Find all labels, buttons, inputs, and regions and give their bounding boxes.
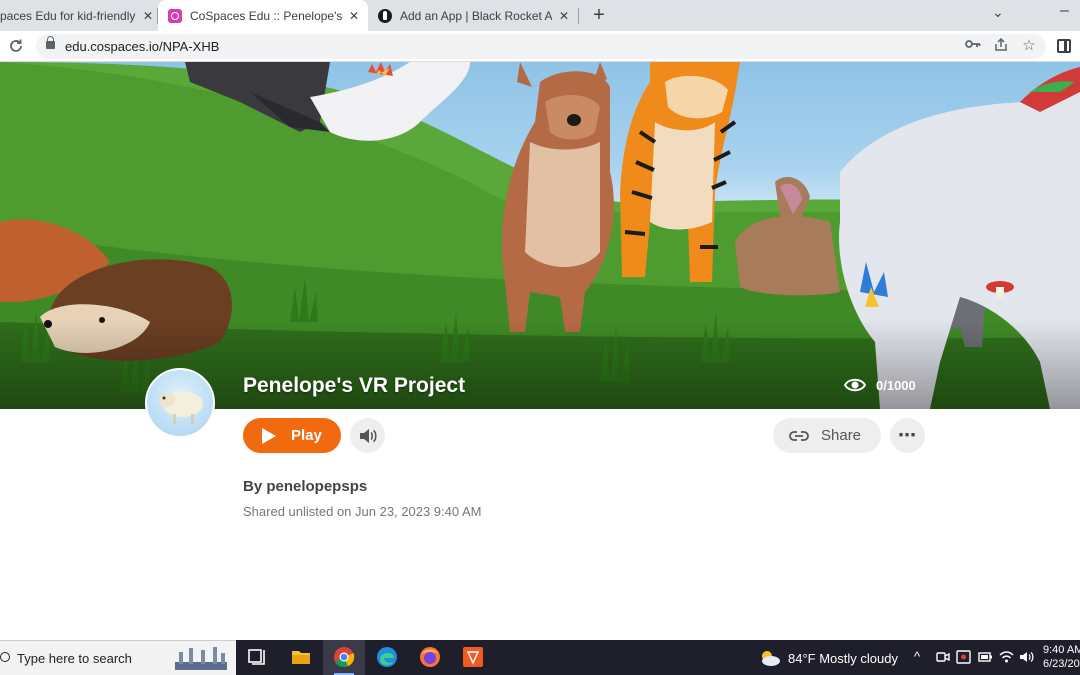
file-explorer-icon[interactable] — [290, 646, 312, 668]
author-name[interactable]: By penelopepsps — [243, 478, 367, 495]
rocket-favicon-icon — [378, 8, 392, 23]
link-icon — [789, 430, 809, 441]
system-clock[interactable]: 9:40 AM 6/23/2023 — [1043, 643, 1080, 671]
view-counter: 0/1000 — [844, 377, 916, 393]
reload-icon[interactable] — [6, 36, 26, 56]
tab-title: CoSpaces Edu :: Penelope's VR Pr — [190, 8, 342, 23]
view-count: 0/1000 — [876, 377, 916, 393]
capture-icon[interactable] — [956, 650, 971, 664]
play-label: Play — [291, 427, 322, 444]
share-label: Share — [821, 427, 862, 444]
edge-icon[interactable] — [376, 646, 398, 668]
play-button[interactable]: Play — [243, 418, 341, 453]
browser-toolbar: edu.cospaces.io/NPA-XHB ☆ — [0, 31, 1080, 62]
minimize-icon[interactable]: – — [1060, 2, 1069, 20]
author-avatar[interactable] — [145, 368, 215, 438]
side-panel-icon[interactable] — [1057, 39, 1071, 53]
shared-date: Shared unlisted on Jun 23, 2023 9:40 AM — [243, 504, 482, 519]
tab-title: paces Edu for kid-friendly 3D — [0, 8, 136, 23]
address-bar[interactable]: edu.cospaces.io/NPA-XHB ☆ — [36, 34, 1046, 59]
weather-widget[interactable]: 84°F Mostly cloudy — [758, 649, 898, 667]
close-tab-icon[interactable]: ✕ — [140, 8, 156, 24]
brave-icon[interactable] — [462, 646, 484, 668]
firefox-icon[interactable] — [419, 646, 441, 668]
battery-icon[interactable] — [978, 651, 993, 663]
share-page-icon[interactable] — [992, 37, 1010, 55]
show-hidden-icons-icon[interactable]: ^ — [914, 649, 920, 664]
sound-toggle-button[interactable] — [350, 418, 385, 453]
sheep-avatar-icon — [159, 391, 203, 424]
chrome-icon[interactable] — [333, 646, 355, 668]
clock-date: 6/23/2023 — [1043, 658, 1080, 670]
tab-black-rocket[interactable]: Add an App | Black Rocket Arcad ✕ — [370, 0, 578, 31]
cloud-icon — [762, 651, 780, 666]
search-icon — [0, 652, 10, 662]
clock-time: 9:40 AM — [1043, 644, 1080, 656]
taskbar-search[interactable]: Type here to search — [0, 640, 236, 675]
search-placeholder: Type here to search — [17, 651, 132, 666]
eye-icon — [844, 378, 866, 392]
url-text[interactable]: edu.cospaces.io/NPA-XHB — [65, 39, 219, 54]
project-title: Penelope's VR Project — [243, 374, 466, 397]
project-cover-image — [0, 62, 1080, 409]
meet-now-icon[interactable] — [936, 650, 950, 664]
weather-text: 84°F Mostly cloudy — [788, 650, 898, 666]
share-button[interactable]: Share — [773, 418, 881, 453]
close-tab-icon[interactable]: ✕ — [556, 8, 572, 24]
more-options-button[interactable]: ⋯ — [890, 418, 925, 453]
search-highlight-icon — [175, 647, 227, 670]
tab-cospaces-edu[interactable]: paces Edu for kid-friendly 3D ✕ — [0, 0, 156, 31]
task-view-icon[interactable] — [246, 646, 268, 668]
speaker-icon — [359, 428, 377, 443]
volume-icon[interactable] — [1019, 650, 1035, 664]
tab-penelope-project[interactable]: CoSpaces Edu :: Penelope's VR Pr ✕ — [158, 0, 368, 31]
tab-search-chevron-icon[interactable]: ⌄ — [992, 4, 1004, 21]
windows-taskbar: Type here to search 84°F Mostly cloudy ^… — [0, 640, 1080, 675]
close-tab-icon[interactable]: ✕ — [346, 8, 362, 24]
more-icon: ⋯ — [898, 425, 917, 445]
cospaces-favicon-icon — [168, 8, 182, 23]
key-icon[interactable] — [964, 38, 982, 53]
tab-strip: paces Edu for kid-friendly 3D ✕ CoSpaces… — [0, 0, 1080, 31]
tab-title: Add an App | Black Rocket Arcad — [400, 8, 552, 23]
wifi-icon[interactable] — [999, 650, 1014, 664]
new-tab-button[interactable]: + — [587, 3, 611, 27]
play-icon — [262, 427, 276, 444]
lock-icon[interactable] — [46, 36, 55, 49]
star-icon[interactable]: ☆ — [1020, 36, 1038, 54]
tab-separator — [578, 8, 579, 24]
